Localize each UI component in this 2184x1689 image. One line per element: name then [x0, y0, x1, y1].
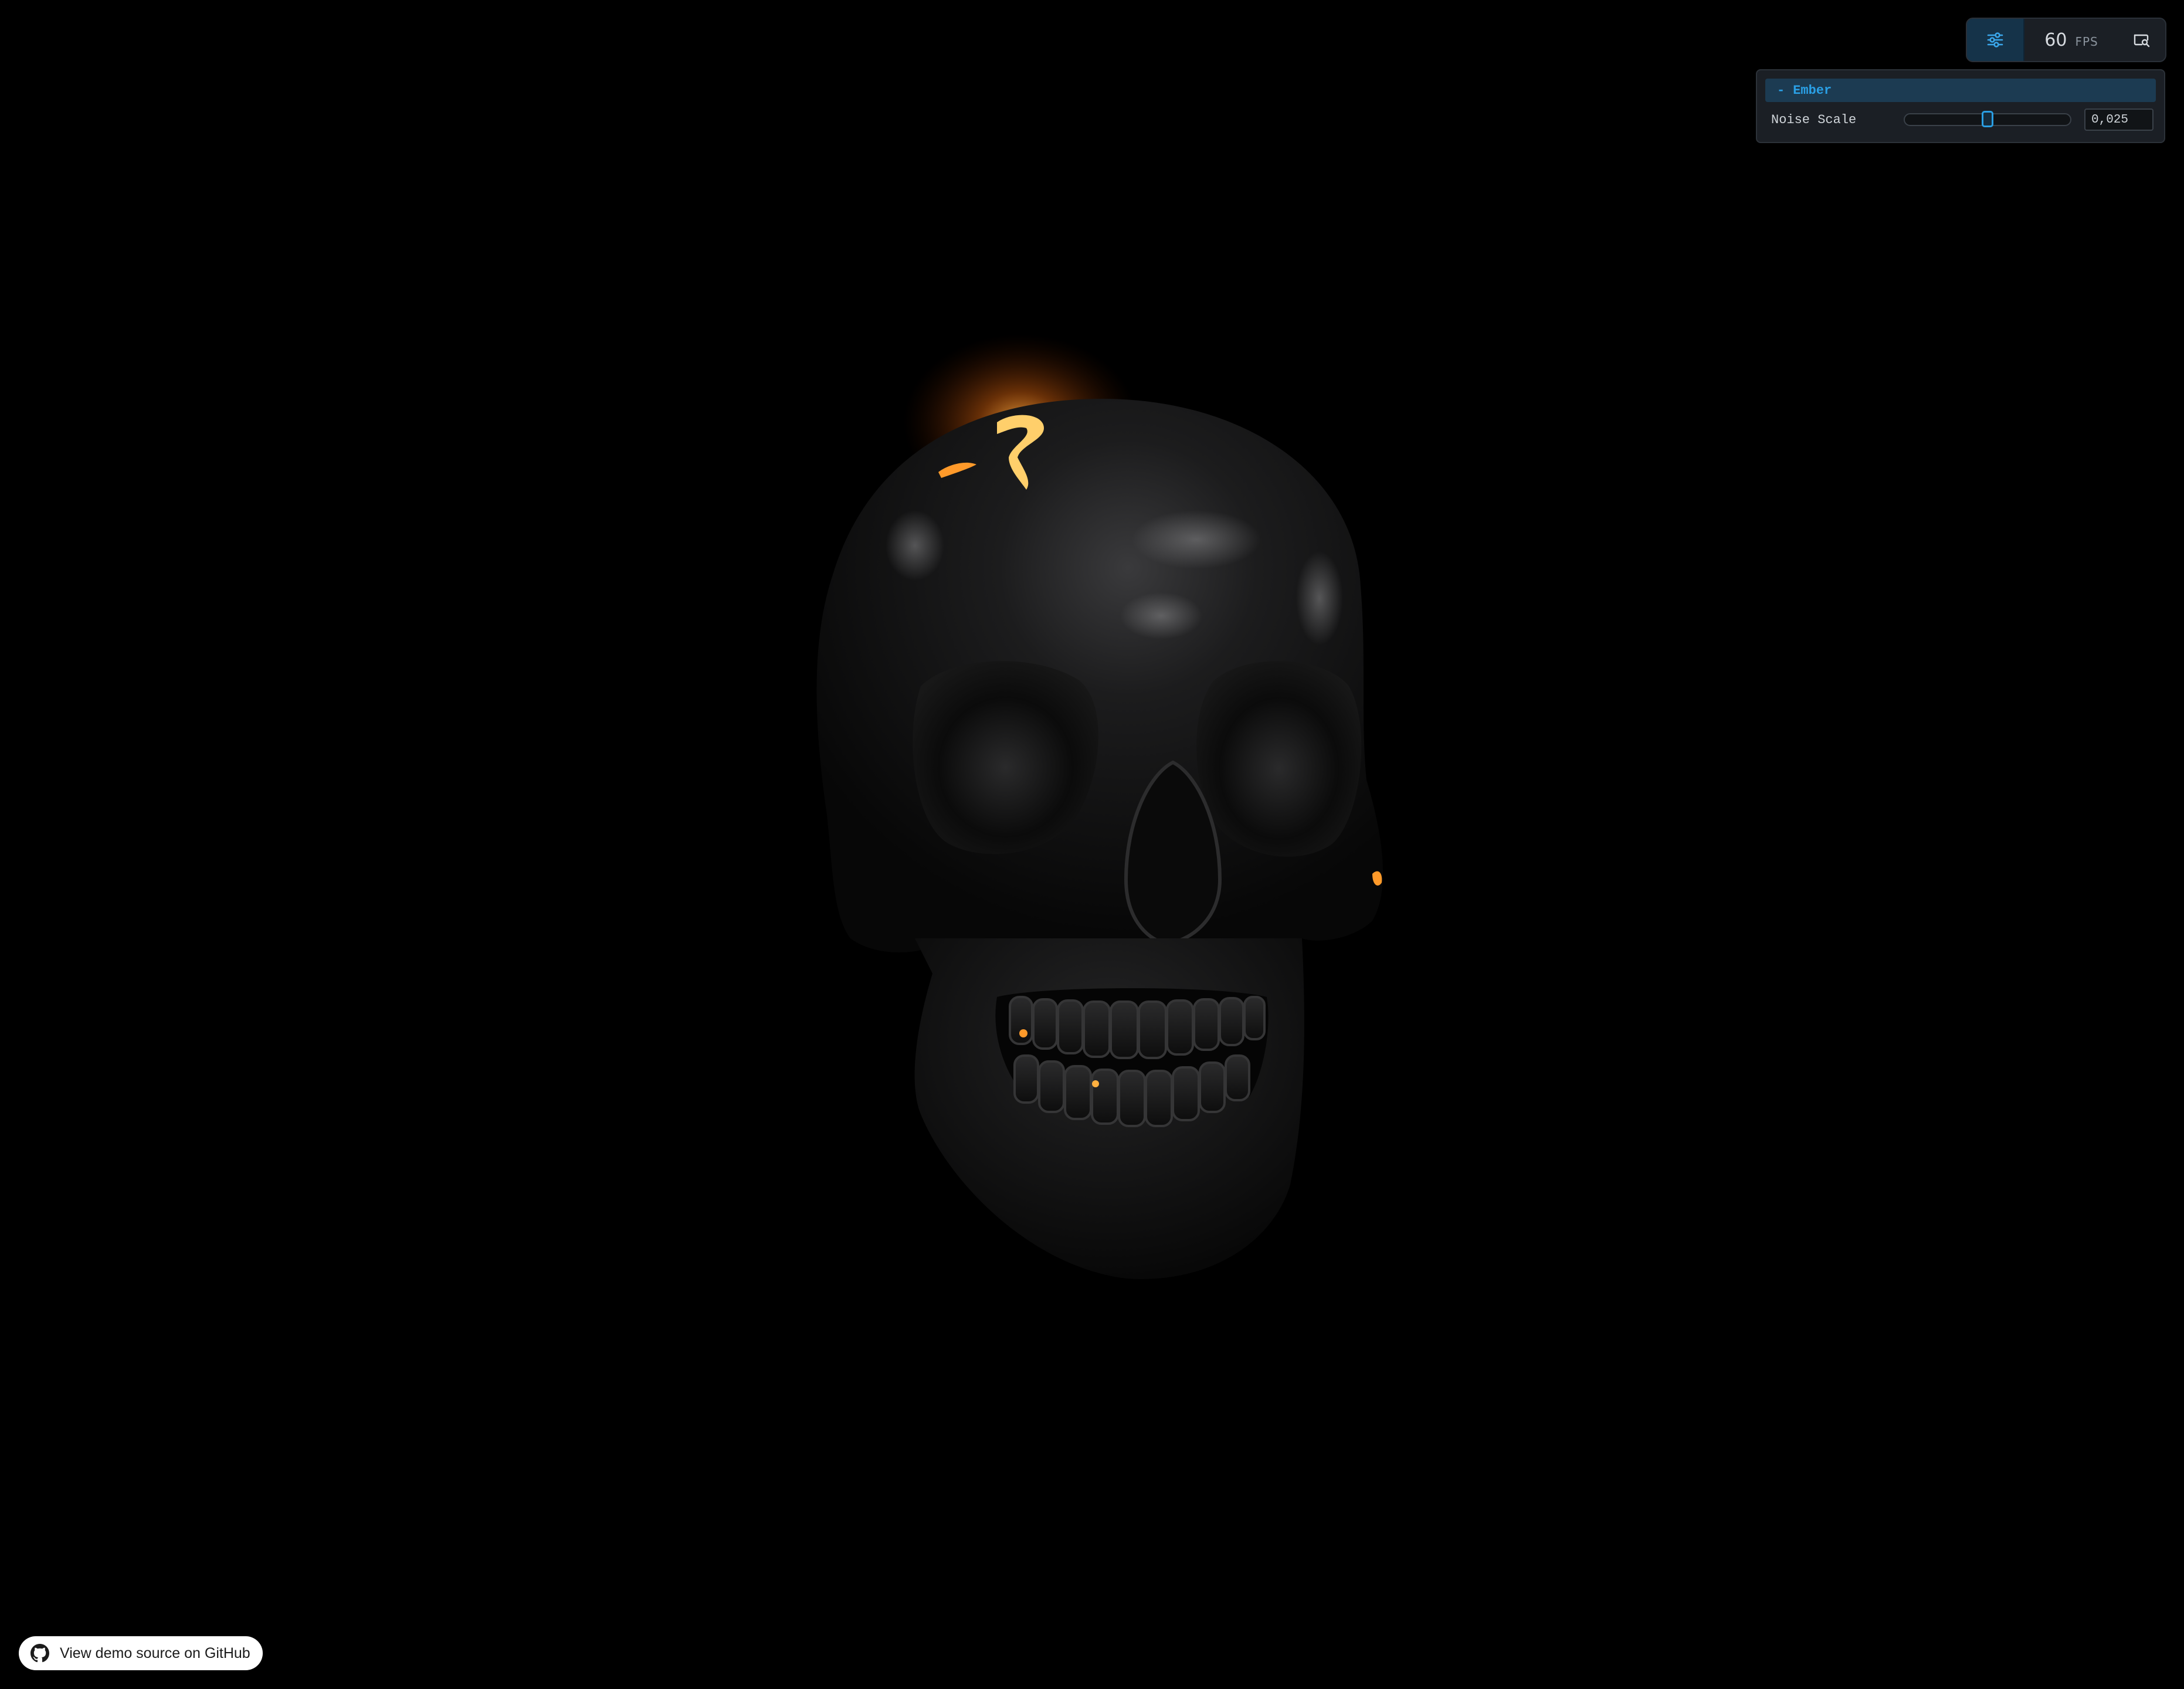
tooth: [1172, 1066, 1200, 1121]
folder-title: Ember: [1793, 83, 1832, 98]
tooth: [1166, 999, 1194, 1056]
tooth: [1091, 1069, 1119, 1125]
top-toolbar: 60 FPS: [1966, 18, 2166, 62]
tooth: [1145, 1070, 1173, 1127]
github-source-link[interactable]: View demo source on GitHub: [19, 1636, 263, 1670]
screenshot-button[interactable]: [2118, 19, 2165, 61]
fps-unit: FPS: [2075, 34, 2098, 49]
sliders-icon: [1987, 32, 2003, 48]
tooth: [1199, 1061, 1226, 1113]
slider-thumb[interactable]: [1982, 111, 1993, 127]
folder-collapse-toggle: -: [1777, 83, 1785, 98]
tooth: [1110, 1000, 1139, 1059]
demo-viewport: 60 FPS - Ember Noise Scale 0,025 View de…: [0, 0, 2184, 1689]
skull-highlight: [1296, 551, 1343, 645]
control-label: Noise Scale: [1771, 112, 1857, 127]
tooth: [1193, 998, 1220, 1051]
github-link-label: View demo source on GitHub: [60, 1644, 250, 1661]
scene-canvas[interactable]: [0, 0, 2184, 1689]
tooth: [1138, 1000, 1167, 1059]
tooth: [1013, 1054, 1039, 1104]
ember-spark: [1019, 1029, 1027, 1037]
noise-scale-slider[interactable]: [1904, 111, 2071, 127]
skull-highlight: [886, 510, 944, 581]
tooth: [1219, 997, 1244, 1046]
ember-spark: [1092, 1080, 1099, 1087]
folder-header-ember[interactable]: - Ember: [1765, 79, 2156, 102]
control-row-noise-scale: Noise Scale: [1765, 104, 2156, 135]
control-panel: - Ember Noise Scale: [1756, 69, 2165, 143]
noise-scale-input[interactable]: [2084, 108, 2154, 131]
skull-highlight: [1120, 592, 1202, 639]
skull-highlight: [1132, 510, 1261, 569]
tooth: [1032, 998, 1058, 1050]
tooth: [1057, 999, 1084, 1054]
tooth: [1118, 1070, 1146, 1127]
github-icon: [30, 1644, 49, 1663]
tooth: [1038, 1060, 1065, 1113]
fps-value: 60: [2044, 29, 2067, 50]
tooth: [1225, 1054, 1250, 1101]
controls-toggle-button[interactable]: [1967, 19, 2024, 61]
tooth: [1009, 996, 1033, 1045]
skull-model: [816, 399, 1383, 1279]
screenshot-icon: [2134, 34, 2150, 48]
tooth: [1083, 1000, 1111, 1058]
tooth: [1243, 996, 1266, 1040]
fps-counter: 60 FPS: [2024, 30, 2118, 50]
tooth: [1064, 1065, 1092, 1120]
eye-socket-right: [1196, 661, 1362, 857]
